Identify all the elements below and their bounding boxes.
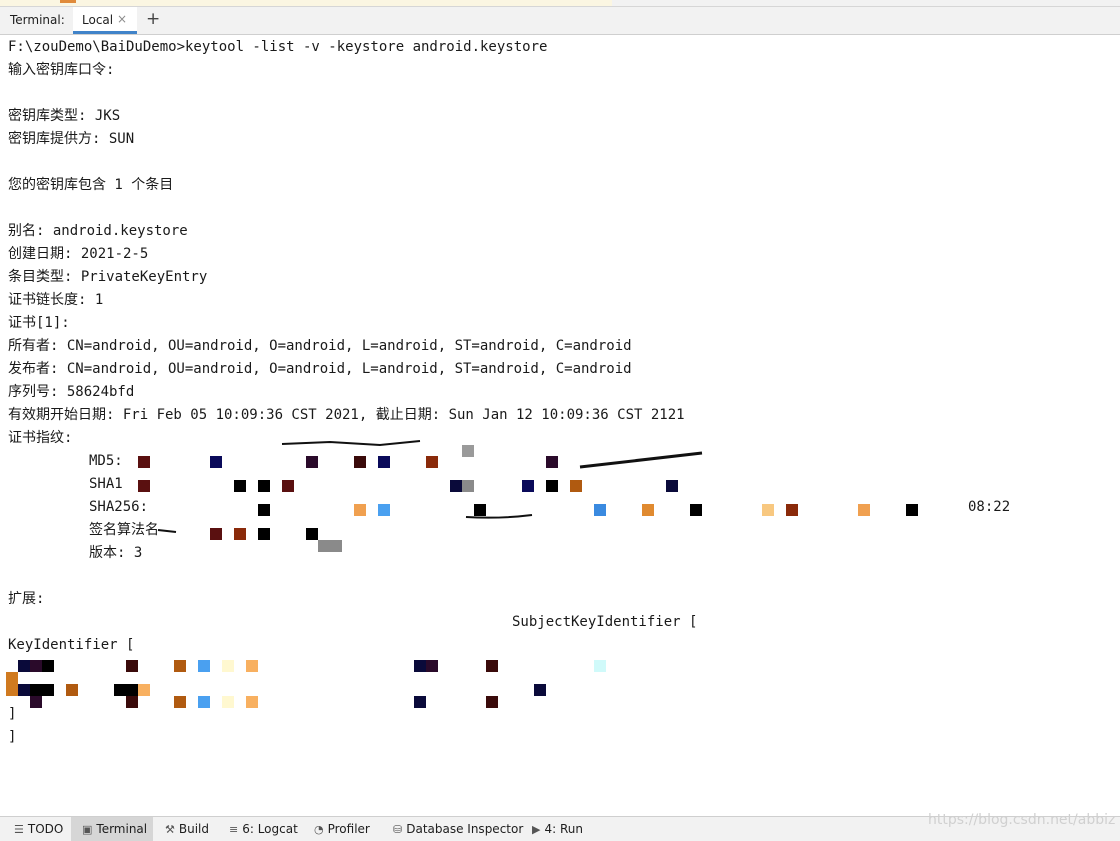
- run-icon: ▶: [532, 823, 541, 836]
- redaction-block: [306, 456, 318, 468]
- redaction-block: [414, 696, 426, 708]
- tool-build-label: Build: [178, 822, 209, 836]
- redaction-block: [114, 684, 138, 696]
- redaction-block: [18, 660, 30, 672]
- terminal-icon: ▣: [82, 823, 93, 836]
- tab-local-label: Local: [82, 13, 114, 27]
- tool-build[interactable]: ⚒ Build: [165, 822, 209, 836]
- redaction-block: [258, 504, 270, 516]
- redaction-block: [426, 660, 438, 672]
- redaction-block: [666, 480, 678, 492]
- redaction-block: [522, 480, 534, 492]
- redaction-block: [546, 456, 558, 468]
- tool-database-inspector-label: Database Inspector: [406, 822, 524, 836]
- redaction-block: [570, 480, 582, 492]
- redaction-block: [486, 696, 498, 708]
- redaction-block: [474, 504, 486, 516]
- redaction-block: [210, 456, 222, 468]
- tool-todo-label: TODO: [27, 822, 64, 836]
- redaction-block: [138, 684, 150, 696]
- redaction-block: [354, 504, 366, 516]
- tool-run[interactable]: ▶ 4: Run: [532, 822, 583, 836]
- tool-database-inspector[interactable]: ⛁ Database Inspector: [393, 822, 523, 836]
- tool-logcat[interactable]: ≡ 6: Logcat: [229, 822, 298, 836]
- redaction-block: [258, 480, 270, 492]
- redaction-block: [222, 660, 234, 672]
- gauge-icon: ◔: [314, 823, 324, 836]
- redaction-block: [30, 696, 42, 708]
- redaction-block: [534, 684, 546, 696]
- editor-tab-strip: [0, 0, 1120, 7]
- redaction-block: [594, 504, 606, 516]
- redaction-block: [210, 528, 222, 540]
- tool-profiler[interactable]: ◔ Profiler: [314, 822, 370, 836]
- tool-terminal[interactable]: ▣ Terminal: [82, 822, 147, 836]
- redaction-block: [126, 660, 138, 672]
- terminal-output[interactable]: F:\zouDemo\BaiDuDemo>keytool -list -v -k…: [0, 35, 1120, 816]
- redaction-block: [42, 660, 54, 672]
- redaction-block: [786, 504, 798, 516]
- editor-tab-accent: [60, 0, 76, 3]
- redaction-block: [906, 504, 918, 516]
- editor-tab-active-area: [0, 0, 612, 6]
- redaction-block: [354, 456, 366, 468]
- redaction-block: [690, 504, 702, 516]
- tool-todo[interactable]: ☰ TODO: [14, 822, 63, 836]
- list-icon: ☰: [14, 823, 24, 836]
- redaction-scribbles: [157, 440, 703, 533]
- redaction-block: [18, 684, 30, 696]
- redaction-block: [486, 660, 498, 672]
- redaction-block: [234, 480, 246, 492]
- redaction-block: [234, 528, 246, 540]
- redaction-block: [174, 696, 186, 708]
- redaction-block: [762, 504, 774, 516]
- redaction-block: [258, 528, 270, 540]
- redaction-block: [174, 660, 186, 672]
- redaction-block: [546, 480, 558, 492]
- redaction-block: [450, 480, 462, 492]
- redaction-block: [246, 696, 258, 708]
- redaction-block: [378, 504, 390, 516]
- redaction-block: [222, 696, 234, 708]
- redaction-block: [414, 660, 426, 672]
- terminal-tab-bar: Terminal: Local × +: [0, 7, 1120, 35]
- tool-profiler-label: Profiler: [327, 822, 370, 836]
- redaction-block: [66, 684, 78, 696]
- redaction-block: [6, 672, 18, 696]
- redaction-block: [462, 480, 474, 492]
- close-icon[interactable]: ×: [117, 12, 127, 26]
- redaction-block: [138, 480, 150, 492]
- redaction-block: [198, 696, 210, 708]
- database-icon: ⛁: [393, 823, 403, 836]
- tool-run-label: 4: Run: [544, 822, 583, 836]
- redaction-block: [198, 660, 210, 672]
- redaction-block: [246, 660, 258, 672]
- tool-terminal-label: Terminal: [96, 822, 148, 836]
- redaction-block: [462, 445, 474, 457]
- logcat-icon: ≡: [229, 823, 239, 836]
- hammer-icon: ⚒: [165, 823, 175, 836]
- redaction-block: [594, 660, 606, 672]
- redaction-block: [282, 480, 294, 492]
- terminal-title: Terminal:: [10, 13, 65, 27]
- redaction-block: [426, 456, 438, 468]
- redaction-block: [138, 456, 150, 468]
- redaction-block: [30, 660, 42, 672]
- watermark: https://blog.csdn.net/abbiz: [928, 812, 1116, 828]
- tool-logcat-label: 6: Logcat: [242, 822, 298, 836]
- redaction-block: [858, 504, 870, 516]
- redaction-block: [30, 684, 54, 696]
- redaction-block: [642, 504, 654, 516]
- redaction-block: [318, 540, 342, 552]
- redaction-block: [378, 456, 390, 468]
- redaction-block: [306, 528, 318, 540]
- add-tab-icon[interactable]: +: [146, 9, 160, 29]
- redaction-block: [126, 696, 138, 708]
- tab-local[interactable]: Local ×: [73, 7, 137, 34]
